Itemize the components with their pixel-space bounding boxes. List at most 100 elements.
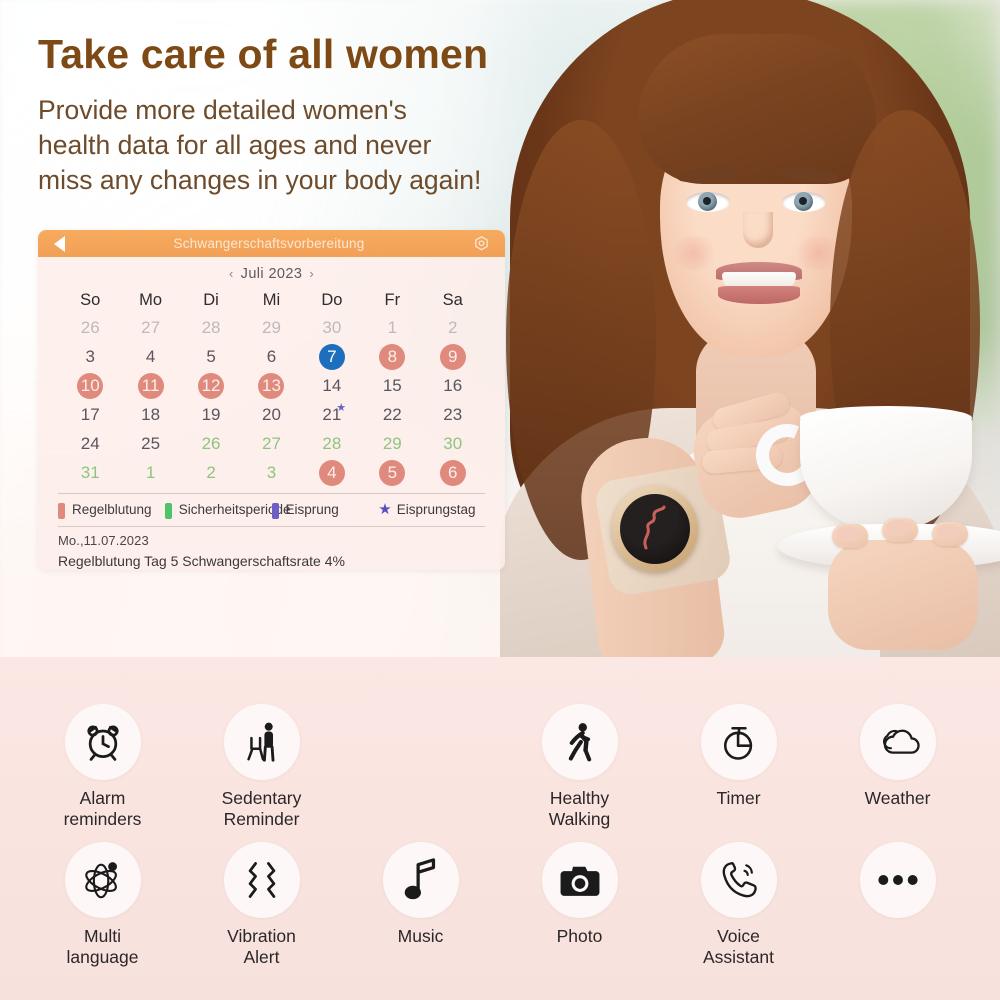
calendar-day-cell[interactable]: 28 (181, 315, 241, 341)
feature-placeholder (341, 704, 500, 830)
calendar-day-cell[interactable]: 14 (302, 373, 362, 399)
calendar-day-cell[interactable]: 23 (423, 402, 483, 428)
calendar-day-cell[interactable]: 3 (60, 344, 120, 370)
more-dots-icon[interactable] (859, 842, 936, 918)
weekday-fr: Fr (384, 291, 401, 309)
calendar-day-number: 31 (80, 463, 100, 482)
calendar-day-cell[interactable]: 27 (241, 431, 301, 457)
calendar-legend: Regelblutung Sicherheitsperiode Eisprung ★ E… (38, 494, 505, 519)
calendar-day-cell[interactable]: 2 (181, 460, 241, 486)
alarm-clock-icon[interactable] (64, 704, 141, 780)
pupil-right (799, 197, 807, 205)
calendar-day-cell[interactable]: 17 (60, 402, 120, 428)
feature-item[interactable]: Photo (500, 842, 659, 968)
calendar-day-cell[interactable]: 15 (362, 373, 422, 399)
calendar-week-row: 17 18 19 20 21 ★ 22 23 (60, 402, 483, 428)
feature-item[interactable]: Sedentary Reminder (182, 704, 341, 830)
calendar-day-cell[interactable]: 10 (60, 373, 120, 399)
calendar-day-cell[interactable]: 5 (181, 344, 241, 370)
calendar-day-cell[interactable]: 8 (362, 344, 422, 370)
calendar-day-cell[interactable]: 22 (362, 402, 422, 428)
legend-color-swatch (271, 503, 279, 519)
calendar-day-number: 25 (141, 434, 161, 453)
calendar-day-cell[interactable]: 31 (60, 460, 120, 486)
camera-icon[interactable] (541, 842, 618, 918)
weekday-di: Di (203, 291, 219, 309)
feature-item[interactable]: Healthy Walking (500, 704, 659, 830)
calendar-day-number: 7 (318, 344, 345, 370)
feature-item[interactable]: Vibration Alert (182, 842, 341, 968)
calendar-day-cell[interactable]: 27 (120, 315, 180, 341)
calendar-day-number: 20 (262, 405, 281, 424)
calendar-day-cell[interactable]: 1 (362, 315, 422, 341)
calendar-day-cell[interactable]: 21 ★ (302, 402, 362, 428)
vibration-waves-icon[interactable] (223, 842, 300, 918)
calendar-day-cell[interactable]: 29 (362, 431, 422, 457)
feature-item[interactable]: Alarm reminders (23, 704, 182, 830)
feature-item[interactable]: Weather (818, 704, 977, 830)
calendar-day-number: 6 (266, 347, 277, 366)
calendar-day-cell[interactable]: 24 (60, 431, 120, 457)
phone-voice-icon[interactable] (700, 842, 777, 918)
calendar-day-cell[interactable]: 18 (120, 402, 180, 428)
feature-label: Photo (556, 926, 603, 946)
feature-item[interactable]: Timer (659, 704, 818, 830)
calendar-day-cell[interactable]: 1 (120, 460, 180, 486)
calendar-day-cell[interactable]: 30 (302, 315, 362, 341)
weekday-sa: Sa (442, 291, 463, 309)
calendar-day-number: 26 (80, 318, 100, 337)
nail-3 (936, 524, 960, 540)
calendar-day-cell[interactable]: 13 (241, 373, 301, 399)
calendar-day-cell[interactable]: 25 (120, 431, 180, 457)
calendar-day-cell[interactable]: 19 (181, 402, 241, 428)
calendar-day-number: 23 (443, 405, 463, 424)
calendar-day-cell[interactable]: 7 (302, 344, 362, 370)
feature-item[interactable] (818, 842, 977, 968)
calendar-day-cell[interactable]: 28 (302, 431, 362, 457)
legend-label: Eisprungstag (396, 502, 476, 517)
calendar-week-row: 31 1 2 3 4 5 6 (60, 460, 483, 486)
feature-item[interactable]: Multi language (23, 842, 182, 968)
feature-label: Healthy Walking (548, 788, 611, 829)
calendar-day-number: 5 (379, 460, 406, 486)
calendar-day-cell[interactable]: 6 (423, 460, 483, 486)
calendar-title-bar: Schwangerschaftsvorbereitung (38, 230, 505, 257)
cheek-left (668, 236, 720, 270)
calendar-day-number: 26 (201, 434, 221, 453)
hair-fringe (638, 34, 876, 184)
walking-person-icon[interactable] (541, 704, 618, 780)
sedentary-person-chair-icon[interactable] (223, 704, 300, 780)
cloud-icon[interactable] (859, 704, 936, 780)
calendar-day-cell[interactable]: 6 (241, 344, 301, 370)
music-note-icon[interactable] (382, 842, 459, 918)
footer-status: Regelblutung Tag 5 Schwangerschaftsrate … (58, 553, 345, 569)
calendar-day-cell[interactable]: 5 (362, 460, 422, 486)
next-month-button[interactable]: › (309, 266, 314, 281)
calendar-day-cell[interactable]: 12 (181, 373, 241, 399)
prev-month-button[interactable]: ‹ (229, 266, 234, 281)
calendar-day-cell[interactable]: 4 (302, 460, 362, 486)
stopwatch-icon[interactable] (700, 704, 777, 780)
calendar-day-cell[interactable]: 26 (181, 431, 241, 457)
calendar-day-cell[interactable]: 29 (241, 315, 301, 341)
calendar-week-row: 24 25 26 27 28 29 30 (60, 431, 483, 457)
calendar-day-cell[interactable]: 2 (423, 315, 483, 341)
calendar-day-cell[interactable]: 3 (241, 460, 301, 486)
calendar-day-cell[interactable]: 20 (241, 402, 301, 428)
calendar-day-cell[interactable]: 9 (423, 344, 483, 370)
feature-item[interactable]: Music (341, 842, 500, 968)
feature-item[interactable]: Voice Assistant (659, 842, 818, 968)
calendar-day-cell[interactable]: 4 (120, 344, 180, 370)
back-triangle-icon[interactable] (54, 235, 65, 252)
atom-multi-language-icon[interactable] (64, 842, 141, 918)
month-navigator: ‹ Juli 2023 › (38, 266, 505, 282)
calendar-day-cell[interactable]: 11 (120, 373, 180, 399)
calendar-day-number: 14 (322, 376, 342, 395)
calendar-day-number: 10 (77, 373, 104, 399)
gear-icon[interactable] (473, 235, 490, 252)
calendar-day-cell[interactable]: 16 (423, 373, 483, 399)
legend-item: Regelblutung (58, 501, 165, 519)
calendar-day-cell[interactable]: 30 (423, 431, 483, 457)
calendar-day-cell[interactable]: 26 (60, 315, 120, 341)
nose (743, 212, 773, 248)
